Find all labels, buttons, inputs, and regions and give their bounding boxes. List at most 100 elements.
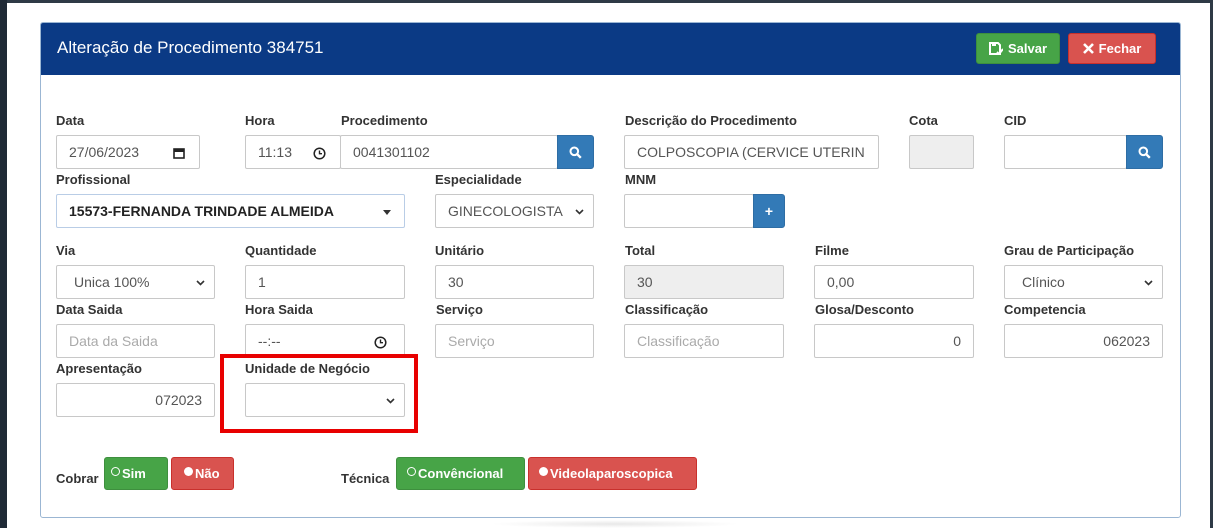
descricao-label: Descrição do Procedimento (625, 113, 797, 128)
mnm-input[interactable] (624, 194, 754, 228)
plus-icon: + (764, 203, 774, 219)
save-icon (988, 42, 1003, 55)
tecnica-video-label: Videolaparoscopica (550, 466, 673, 481)
procedimento-input[interactable]: 0041301102 (340, 135, 558, 169)
data-label: Data (56, 113, 85, 128)
chevron-down-icon (1144, 280, 1153, 286)
close-button[interactable]: Fechar (1068, 33, 1156, 64)
servico-label: Serviço (436, 302, 483, 317)
mnm-add-button[interactable]: + (753, 194, 785, 228)
radio-icon (407, 466, 416, 476)
total-value: 30 (637, 274, 653, 290)
data-date-value: 27/06/2023 (69, 144, 140, 160)
clock-icon[interactable] (313, 147, 326, 160)
data-saida-label: Data Saida (56, 302, 123, 317)
cobrar-sim-button[interactable]: Sim (104, 457, 168, 490)
tecnica-convencional-button[interactable]: Convêncional (396, 457, 525, 490)
backdrop-left (0, 0, 7, 528)
data-saida-input[interactable]: Data da Saida (56, 324, 215, 358)
procedimento-search-button[interactable] (557, 135, 594, 169)
classificacao-placeholder: Classificação (637, 333, 720, 349)
radio-icon (184, 466, 193, 476)
search-icon (1138, 146, 1151, 159)
caret-down-icon (383, 210, 391, 215)
cobrar-label: Cobrar (56, 471, 99, 486)
via-label: Via (56, 243, 76, 258)
glosa-value: 0 (953, 333, 961, 349)
close-button-label: Fechar (1098, 41, 1142, 56)
hora-time-value: 11:13 (258, 144, 292, 160)
filme-input[interactable]: 0,00 (814, 265, 974, 299)
chevron-down-icon (575, 209, 584, 215)
cota-label: Cota (909, 113, 938, 128)
grau-select[interactable]: Clínico (1004, 265, 1163, 299)
descricao-input[interactable]: COLPOSCOPIA (CERVICE UTERIN (624, 135, 879, 169)
mnm-label: MNM (625, 172, 657, 187)
especialidade-value: GINECOLOGISTA (448, 203, 563, 219)
procedimento-label: Procedimento (341, 113, 428, 128)
bottom-shadow (490, 520, 740, 528)
servico-input[interactable]: Serviço (435, 324, 594, 358)
competencia-value: 062023 (1103, 333, 1150, 349)
servico-placeholder: Serviço (448, 333, 495, 349)
cid-search-button[interactable] (1126, 135, 1163, 169)
unitario-label: Unitário (435, 243, 485, 258)
descricao-value: COLPOSCOPIA (CERVICE UTERIN (637, 144, 865, 160)
radio-icon (111, 466, 120, 476)
close-x-icon (1082, 43, 1094, 54)
clock-icon[interactable] (374, 336, 387, 349)
classificacao-input[interactable]: Classificação (624, 324, 784, 358)
apresentacao-value: 072023 (155, 392, 202, 408)
cid-label: CID (1004, 113, 1027, 128)
unitario-value: 30 (448, 274, 464, 290)
search-icon (569, 146, 582, 159)
via-value: Unica 100% (74, 274, 150, 290)
hora-saida-input[interactable]: --:-- (245, 324, 405, 358)
hora-label: Hora (245, 113, 275, 128)
procedimento-value: 0041301102 (353, 144, 430, 160)
grau-label: Grau de Participação (1004, 243, 1135, 258)
especialidade-select[interactable]: GINECOLOGISTA (435, 194, 594, 228)
profissional-value: 15573-FERNANDA TRINDADE ALMEIDA (69, 203, 334, 219)
hora-saida-label: Hora Saida (245, 302, 313, 317)
apresentacao-label: Apresentação (56, 361, 142, 376)
filme-value: 0,00 (827, 274, 855, 290)
unidade-label: Unidade de Negócio (245, 361, 370, 376)
apresentacao-input[interactable]: 072023 (56, 383, 215, 417)
radio-icon (539, 466, 548, 476)
especialidade-label: Especialidade (435, 172, 522, 187)
save-button[interactable]: Salvar (976, 33, 1060, 64)
calendar-icon[interactable] (173, 147, 185, 159)
backdrop-top (0, 0, 1213, 3)
competencia-input[interactable]: 062023 (1004, 324, 1163, 358)
modal-header: Alteração de Procedimento 384751 Salvar … (41, 23, 1180, 75)
cid-input[interactable] (1004, 135, 1127, 169)
profissional-select[interactable]: 15573-FERNANDA TRINDADE ALMEIDA (56, 194, 405, 228)
glosa-input[interactable]: 0 (814, 324, 974, 358)
chevron-down-icon (386, 398, 395, 404)
filme-label: Filme (815, 243, 849, 258)
unidade-select[interactable] (245, 383, 405, 417)
data-saida-placeholder: Data da Saida (69, 333, 158, 349)
profissional-label: Profissional (56, 172, 131, 187)
cota-input (909, 135, 974, 169)
data-date-input[interactable]: 27/06/2023 (56, 135, 200, 169)
modal-title: Alteração de Procedimento 384751 (57, 38, 324, 57)
hora-time-input[interactable]: 11:13 (245, 135, 341, 169)
tecnica-convencional-label: Convêncional (418, 466, 504, 481)
quantidade-input[interactable]: 1 (245, 265, 405, 299)
competencia-label: Competencia (1004, 302, 1086, 317)
quantidade-value: 1 (258, 274, 266, 290)
cobrar-nao-label: Não (195, 466, 220, 481)
cobrar-nao-button[interactable]: Não (171, 457, 234, 490)
tecnica-label: Técnica (341, 471, 390, 486)
save-button-label: Salvar (1007, 41, 1048, 56)
grau-value: Clínico (1022, 274, 1065, 290)
quantidade-label: Quantidade (245, 243, 317, 258)
unitario-input[interactable]: 30 (435, 265, 594, 299)
cobrar-sim-label: Sim (122, 466, 146, 481)
hora-saida-value: --:-- (258, 333, 281, 349)
tecnica-video-button[interactable]: Videolaparoscopica (528, 457, 697, 490)
via-select[interactable]: Unica 100% (56, 265, 215, 299)
total-input: 30 (624, 265, 784, 299)
